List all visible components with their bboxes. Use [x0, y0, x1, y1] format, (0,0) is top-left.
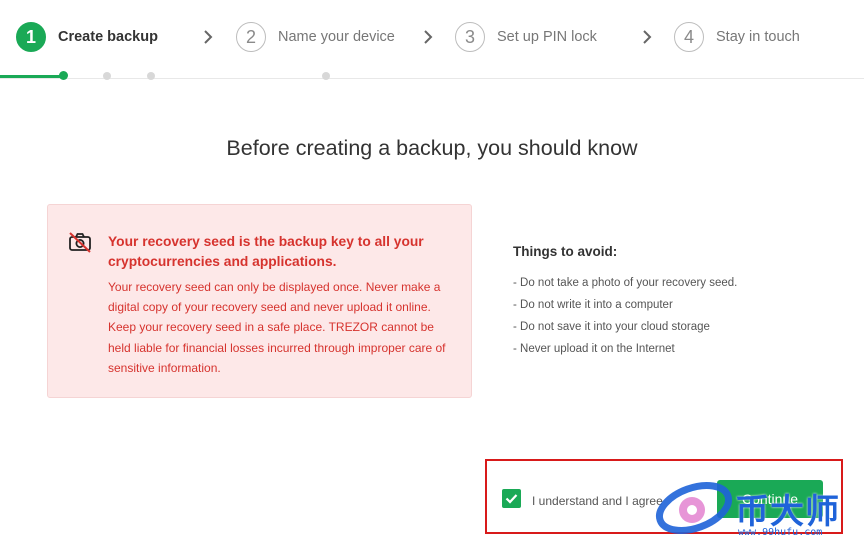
agree-label[interactable]: I understand and I agree: [532, 494, 663, 508]
list-item: - Do not save it into your cloud storage: [513, 321, 710, 333]
no-camera-icon: [68, 231, 92, 253]
checkmark-icon: [505, 494, 518, 504]
step-number: 4: [674, 22, 704, 52]
watermark-logo-icon: [655, 482, 733, 534]
avoid-list: - Do not take a photo of your recovery s…: [513, 272, 833, 360]
step-name-device[interactable]: 2 Name your device: [236, 21, 395, 53]
watermark-text: 币大师: [735, 492, 840, 532]
agree-checkbox[interactable]: [502, 489, 521, 508]
step-pin-lock[interactable]: 3 Set up PIN lock: [455, 21, 597, 53]
progress-dot: [103, 72, 111, 80]
list-item: - Do not write it into a computer: [513, 299, 673, 311]
progress-dot-active: [59, 71, 68, 80]
step-label: Stay in touch: [716, 29, 800, 45]
list-item: - Do not take a photo of your recovery s…: [513, 277, 738, 289]
progress-bar: [0, 75, 64, 78]
step-stay-in-touch[interactable]: 4 Stay in touch: [674, 21, 800, 53]
warning-panel: Your recovery seed is the backup key to …: [47, 204, 472, 398]
chevron-right-icon: [198, 26, 218, 48]
watermark-url: www.99hufu.com: [738, 527, 823, 538]
things-to-avoid: Things to avoid: - Do not take a photo o…: [513, 244, 833, 360]
list-item: - Never upload it on the Internet: [513, 343, 675, 355]
chevron-right-icon: [418, 26, 438, 48]
avoid-title: Things to avoid:: [513, 244, 618, 259]
step-label: Name your device: [278, 29, 395, 45]
step-label: Set up PIN lock: [497, 29, 597, 45]
warning-title: Your recovery seed is the backup key to …: [108, 234, 424, 269]
warning-body: Your recovery seed can only be displayed…: [108, 280, 446, 375]
step-number: 2: [236, 22, 266, 52]
progress-dot: [147, 72, 155, 80]
onboarding-stepper: 1 Create backup 2 Name your device 3 Set…: [0, 0, 864, 80]
chevron-right-icon: [637, 26, 657, 48]
step-create-backup[interactable]: 1 Create backup: [16, 21, 158, 53]
page-title: Before creating a backup, you should kno…: [226, 136, 638, 160]
step-number: 1: [16, 22, 46, 52]
progress-dot: [322, 72, 330, 80]
step-label: Create backup: [58, 29, 158, 45]
step-number: 3: [455, 22, 485, 52]
